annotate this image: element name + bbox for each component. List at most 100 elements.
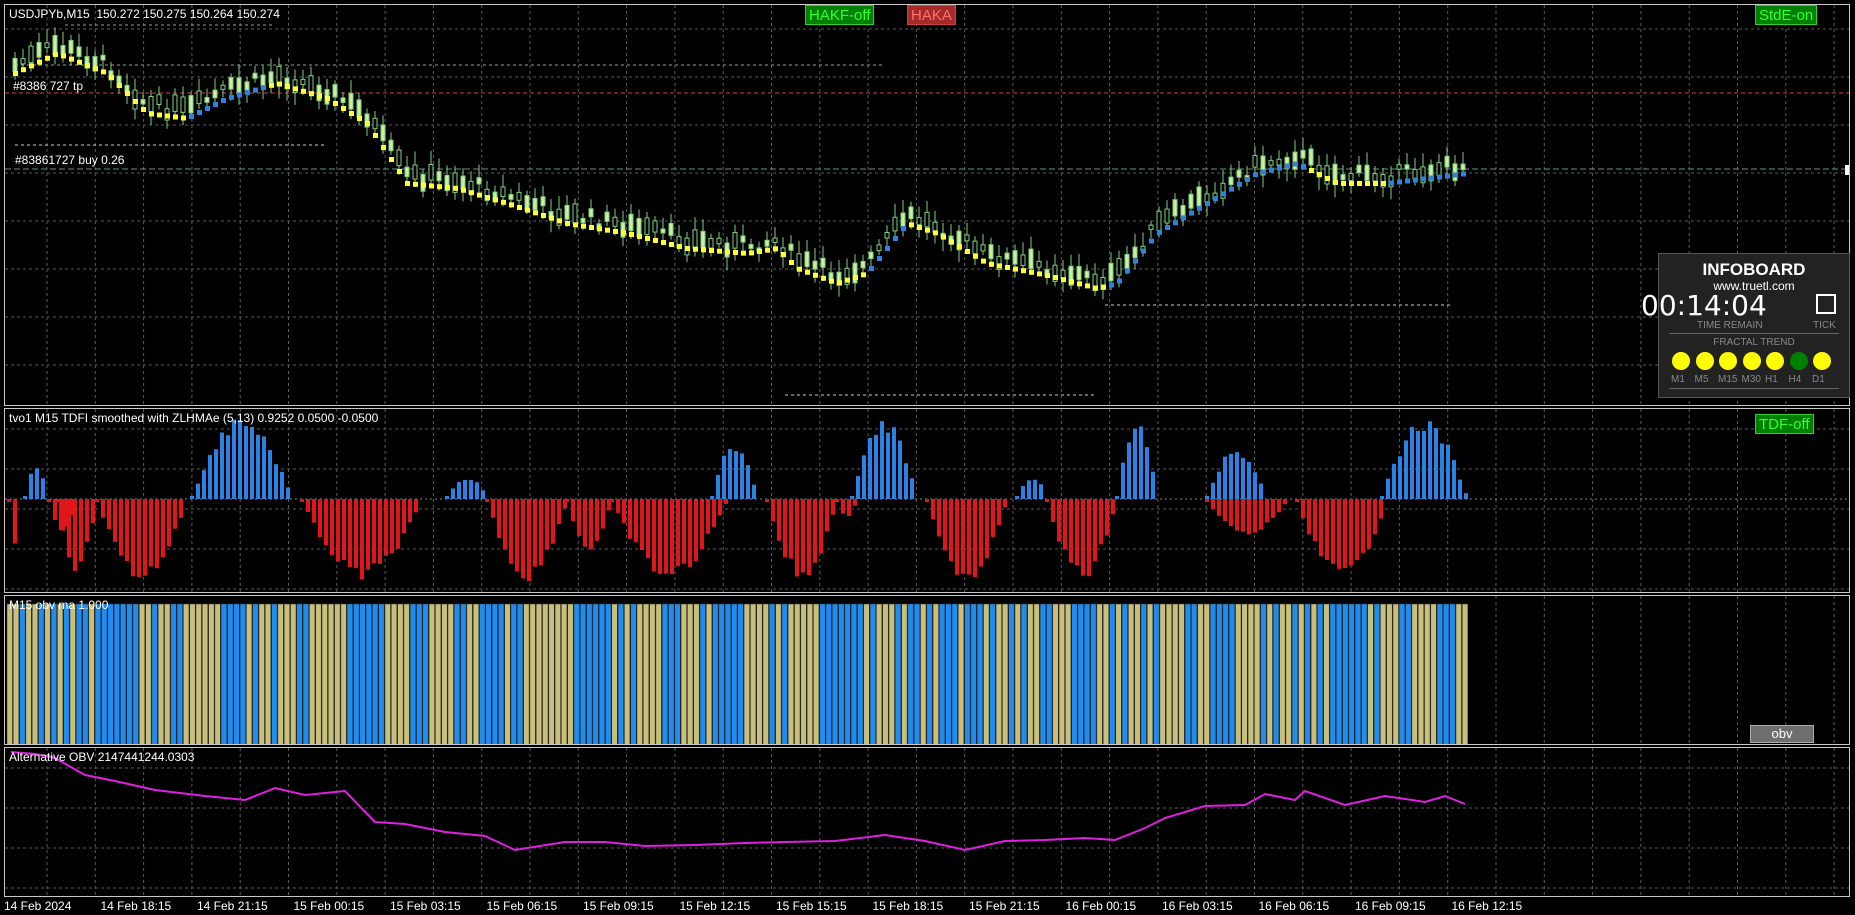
tdfi-bar: [35, 468, 39, 499]
tdfi-bar: [390, 499, 394, 554]
obv-bar: [220, 603, 227, 744]
candle-body: [908, 206, 914, 220]
trend-dot-d1: [1813, 352, 1831, 370]
obv-bar: [926, 603, 933, 744]
obv-bar: [57, 603, 64, 744]
tdfi-bar: [481, 490, 485, 499]
candle-body: [156, 94, 162, 105]
obv-bar: [107, 603, 114, 744]
obv-bar: [88, 603, 95, 744]
obv-bar: [1399, 603, 1406, 744]
tick-square-icon[interactable]: [1816, 294, 1836, 314]
alternative-obv-pane[interactable]: Alternative OBV 2147441244.0303: [4, 747, 1850, 897]
obv-bar: [1071, 603, 1078, 744]
candle-body: [732, 232, 738, 249]
tdfi-bar: [1087, 499, 1091, 577]
obv-bar: [598, 603, 605, 744]
heiken-ashi-mark: [733, 250, 738, 255]
tdfi-bar: [724, 499, 728, 505]
obv-bar: [636, 603, 643, 744]
tdfi-bar: [1337, 499, 1341, 569]
tdfi-bar: [616, 499, 620, 513]
heiken-ashi-mark: [325, 96, 330, 101]
candle-body: [516, 191, 522, 201]
tdfi-bar: [577, 499, 581, 536]
heiken-ashi-mark: [965, 249, 970, 254]
obv-bar: [365, 603, 372, 744]
obv-bar: [113, 603, 120, 744]
candle-body: [52, 35, 58, 56]
haka-toggle-button[interactable]: HAKA: [907, 5, 956, 25]
heiken-ashi-mark: [165, 113, 170, 119]
tdfi-bar: [336, 499, 340, 562]
heiken-ashi-mark: [933, 230, 938, 236]
tdfi-bar: [1319, 499, 1323, 557]
heiken-ashi-mark: [285, 84, 290, 89]
candle-body: [692, 229, 698, 249]
obv-histogram: [6, 596, 1835, 744]
tdfi-indicator-pane[interactable]: tvo1 M15 TDFI smoothed with ZLHMAe (5,13…: [4, 408, 1850, 593]
tdfi-bar: [366, 499, 370, 570]
heiken-ashi-mark: [1437, 174, 1442, 180]
obv-bar: [687, 603, 694, 744]
timeframe-label: D1: [1812, 374, 1825, 385]
heiken-ashi-mark: [789, 260, 794, 265]
obv-bar: [958, 603, 965, 744]
heiken-ashi-mark: [1365, 181, 1370, 186]
obv-indicator-pane[interactable]: M15 obv ma 1.000 obv: [4, 595, 1850, 745]
tdfi-bar: [13, 499, 17, 544]
obv-bar: [1228, 603, 1235, 744]
price-chart-pane[interactable]: USDJPYb,M15 150.272 150.275 150.264 150.…: [4, 4, 1850, 406]
tdfi-bar: [1127, 442, 1131, 499]
heiken-ashi-mark: [613, 229, 618, 234]
tdfi-bar: [1386, 478, 1390, 499]
candle-body: [884, 232, 890, 239]
heiken-ashi-mark: [253, 87, 258, 93]
heiken-ashi-mark: [69, 56, 74, 62]
obv-bar: [1096, 603, 1103, 744]
obv-bar: [1462, 603, 1469, 744]
candle-body: [212, 89, 218, 99]
tdfi-bar: [1241, 499, 1245, 532]
candle-body: [1268, 160, 1274, 166]
obv-bar: [69, 603, 76, 744]
stde-toggle-button[interactable]: StdE-on: [1755, 5, 1818, 25]
heiken-ashi-mark: [277, 81, 282, 87]
obv-bar: [315, 603, 322, 744]
heiken-ashi-mark: [269, 82, 274, 88]
obv-bar: [1380, 603, 1387, 744]
tdfi-bar: [856, 476, 860, 499]
tdfi-bar: [396, 499, 400, 549]
tdfi-bar: [646, 499, 650, 559]
tdfi-bar: [29, 473, 33, 499]
obv-bar: [435, 603, 442, 744]
heiken-ashi-mark: [1381, 181, 1386, 186]
candle-body: [892, 216, 898, 232]
heiken-ashi-mark: [1045, 273, 1050, 278]
tdfi-bar: [1063, 499, 1067, 550]
obv-bar: [510, 603, 517, 744]
tdfi-bar: [378, 499, 382, 564]
heiken-ashi-mark: [1309, 168, 1314, 173]
tdfi-bar: [469, 480, 473, 499]
obv-bar: [359, 603, 366, 744]
obv-bar: [132, 603, 139, 744]
trend-dot-m15: [1719, 352, 1737, 370]
obv-bar: [819, 603, 826, 744]
tdf-toggle-button[interactable]: TDF-off: [1755, 414, 1814, 434]
obv-bar: [94, 603, 101, 744]
heiken-ashi-mark: [205, 106, 210, 111]
heiken-ashi-mark: [53, 51, 58, 57]
tdfi-bar: [208, 454, 212, 499]
obv-button[interactable]: obv: [1750, 725, 1814, 743]
obv-bar: [1077, 603, 1084, 744]
tdfi-bar: [783, 499, 787, 558]
hakf-toggle-button[interactable]: HAKF-off: [805, 5, 875, 25]
heiken-ashi-mark: [1029, 269, 1034, 275]
obv-bar: [1052, 603, 1059, 744]
candle-body: [436, 171, 442, 182]
heiken-ashi-mark: [1341, 181, 1346, 186]
tdfi-bar: [1235, 499, 1239, 531]
heiken-ashi-mark: [357, 116, 362, 121]
obv-bar: [1216, 603, 1223, 744]
